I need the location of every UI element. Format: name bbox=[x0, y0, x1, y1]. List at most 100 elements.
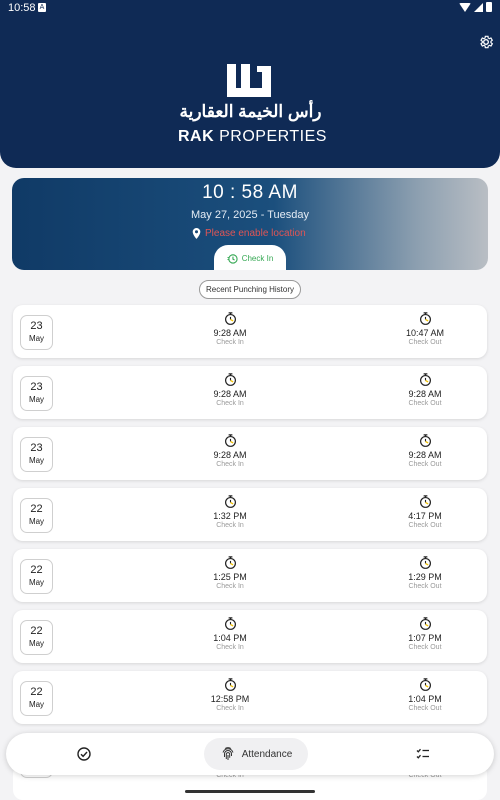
attendance-time-card: 10 : 58 AM May 27, 2025 - Tuesday Please… bbox=[12, 178, 488, 270]
check-in-label: Check In bbox=[216, 400, 244, 407]
record-date: 23 May bbox=[20, 315, 53, 350]
record-date: 23 May bbox=[20, 376, 53, 411]
brand-english-name: RAK PROPERTIES bbox=[178, 128, 326, 146]
stopwatch-icon bbox=[419, 617, 431, 630]
check-out-time: 10:47 AM bbox=[405, 328, 445, 338]
history-record[interactable]: 22 May 1:04 PM Check In 1:07 PM Check Ou… bbox=[13, 610, 487, 663]
check-in-entry: 1:32 PM Check In bbox=[185, 494, 275, 529]
record-month: May bbox=[28, 700, 45, 709]
check-in-label: Check In bbox=[216, 705, 244, 712]
home-indicator[interactable] bbox=[185, 790, 315, 793]
stopwatch-icon bbox=[224, 495, 236, 508]
record-month: May bbox=[28, 517, 45, 526]
check-in-label: Check In bbox=[216, 461, 244, 468]
check-out-time: 1:07 PM bbox=[408, 633, 442, 643]
app-header: 10:58 A رأس الخيمة العقارية RAK PROPERTI… bbox=[0, 0, 500, 168]
check-in-time: 9:28 AM bbox=[213, 450, 247, 460]
check-out-time: 4:17 PM bbox=[408, 511, 442, 521]
record-month: May bbox=[28, 639, 45, 648]
check-out-entry: 1:29 PM Check Out bbox=[380, 555, 470, 590]
check-out-time: 9:28 AM bbox=[408, 450, 442, 460]
history-record[interactable]: 23 May 9:28 AM Check In 9:28 AM Check Ou… bbox=[13, 427, 487, 480]
check-out-label: Check Out bbox=[408, 583, 442, 590]
location-pin-icon bbox=[192, 228, 201, 239]
check-in-time: 1:32 PM bbox=[213, 511, 247, 521]
rak-logo-mark-icon bbox=[227, 64, 271, 97]
check-out-label: Check Out bbox=[408, 705, 442, 712]
checklist-icon[interactable] bbox=[415, 746, 431, 762]
record-month: May bbox=[28, 334, 45, 343]
brand-english-bold: RAK bbox=[178, 128, 215, 145]
record-day: 23 bbox=[30, 320, 43, 332]
history-record[interactable]: 23 May 9:28 AM Check In 10:47 AM Check O… bbox=[13, 305, 487, 358]
check-out-time: 1:04 PM bbox=[408, 694, 442, 704]
record-date: 22 May bbox=[20, 681, 53, 716]
settings-gear-icon[interactable] bbox=[478, 34, 494, 50]
check-in-entry: 12:58 PM Check In bbox=[185, 677, 275, 712]
stopwatch-icon bbox=[224, 312, 236, 325]
check-out-entry: 1:07 PM Check Out bbox=[380, 616, 470, 651]
record-date: 22 May bbox=[20, 559, 53, 594]
check-out-label: Check Out bbox=[408, 522, 442, 529]
record-date: 22 May bbox=[20, 620, 53, 655]
check-in-entry: 9:28 AM Check In bbox=[185, 311, 275, 346]
check-in-label: Check In bbox=[216, 583, 244, 590]
stopwatch-icon bbox=[419, 495, 431, 508]
record-day: 23 bbox=[30, 442, 43, 454]
record-day: 22 bbox=[30, 503, 43, 515]
bottom-navigation: Attendance bbox=[6, 733, 494, 775]
stopwatch-icon bbox=[224, 678, 236, 691]
current-date: May 27, 2025 - Tuesday bbox=[190, 209, 309, 221]
recent-punching-history-button[interactable]: Recent Punching History bbox=[199, 280, 301, 299]
check-in-time: 9:28 AM bbox=[213, 328, 247, 338]
check-out-entry: 10:47 AM Check Out bbox=[380, 311, 470, 346]
notification-icon: A bbox=[38, 3, 46, 12]
history-record[interactable]: 22 May 1:32 PM Check In 4:17 PM Check Ou… bbox=[13, 488, 487, 541]
attendance-nav-label: Attendance bbox=[241, 748, 293, 760]
stopwatch-icon bbox=[419, 556, 431, 569]
brand-english-rest: PROPERTIES bbox=[214, 128, 327, 145]
record-day: 22 bbox=[30, 564, 43, 576]
check-in-label: Check In bbox=[216, 339, 244, 346]
stopwatch-icon bbox=[419, 434, 431, 447]
check-in-entry: 1:04 PM Check In bbox=[185, 616, 275, 651]
check-in-entry: 9:28 AM Check In bbox=[185, 372, 275, 407]
stopwatch-icon bbox=[224, 373, 236, 386]
check-in-label: Check In bbox=[241, 253, 274, 263]
check-out-label: Check Out bbox=[408, 644, 442, 651]
battery-icon bbox=[486, 2, 492, 12]
history-record[interactable]: 22 May 12:58 PM Check In 1:04 PM Check O… bbox=[13, 671, 487, 724]
check-out-time: 9:28 AM bbox=[408, 389, 442, 399]
check-in-time: 12:58 PM bbox=[210, 694, 250, 704]
attendance-nav-button[interactable]: Attendance bbox=[204, 738, 308, 770]
check-in-time: 1:04 PM bbox=[213, 633, 247, 643]
location-warning[interactable]: Please enable location bbox=[192, 228, 306, 239]
check-out-time: 1:29 PM bbox=[408, 572, 442, 582]
record-date: 23 May bbox=[20, 437, 53, 472]
history-record[interactable]: 23 May 9:28 AM Check In 9:28 AM Check Ou… bbox=[13, 366, 487, 419]
current-time: 10 : 58 AM bbox=[202, 182, 298, 203]
status-bar: 10:58 A bbox=[0, 0, 500, 16]
stopwatch-icon bbox=[419, 678, 431, 691]
record-day: 22 bbox=[30, 686, 43, 698]
check-in-label: Check In bbox=[216, 522, 244, 529]
status-time: 10:58 bbox=[8, 2, 36, 14]
check-circle-icon[interactable] bbox=[76, 746, 92, 762]
record-date: 22 May bbox=[20, 498, 53, 533]
check-in-entry: 1:25 PM Check In bbox=[185, 555, 275, 590]
rak-properties-logo: رأس الخيمة العقارية RAK PROPERTIES bbox=[178, 64, 326, 148]
check-out-entry: 9:28 AM Check Out bbox=[380, 372, 470, 407]
check-in-entry: 9:28 AM Check In bbox=[185, 433, 275, 468]
stopwatch-icon bbox=[419, 373, 431, 386]
record-day: 23 bbox=[30, 381, 43, 393]
history-record[interactable]: 22 May 1:25 PM Check In 1:29 PM Check Ou… bbox=[13, 549, 487, 602]
record-month: May bbox=[28, 578, 45, 587]
check-in-time: 9:28 AM bbox=[213, 389, 247, 399]
check-out-entry: 1:04 PM Check Out bbox=[380, 677, 470, 712]
fingerprint-icon bbox=[222, 747, 234, 760]
location-warning-text: Please enable location bbox=[205, 228, 306, 239]
check-out-label: Check Out bbox=[408, 400, 442, 407]
record-month: May bbox=[28, 456, 45, 465]
check-in-button[interactable]: Check In bbox=[214, 245, 286, 270]
brand-arabic-name: رأس الخيمة العقارية bbox=[179, 102, 322, 121]
